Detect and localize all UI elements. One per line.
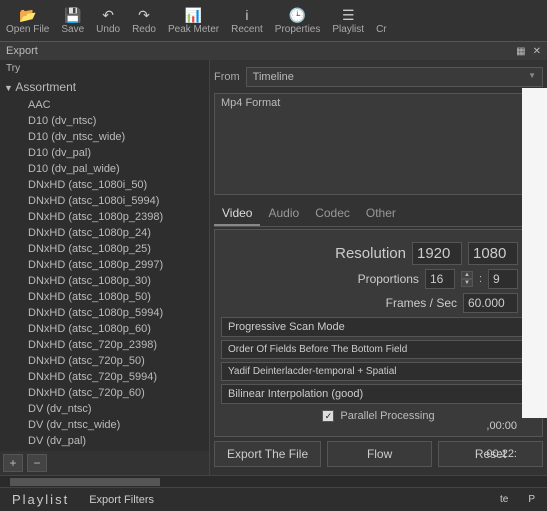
toolbar-recent-button[interactable]: iRecent	[225, 0, 269, 41]
preset-item[interactable]: DNxHD (atsc_1080p_5994)	[0, 305, 209, 321]
fps-label: Frames / Sec	[386, 296, 457, 310]
parallel-label: Parallel Processing	[340, 410, 434, 422]
preset-item[interactable]: DNxHD (atsc_1080i_50)	[0, 177, 209, 193]
preset-item[interactable]: DNxHD (atsc_1080p_50)	[0, 289, 209, 305]
tree-root-assortment[interactable]: Assortment	[0, 77, 209, 97]
tab-other[interactable]: Other	[358, 202, 404, 226]
toolbar-save-button[interactable]: 💾Save	[55, 0, 90, 41]
preset-item[interactable]: DNxHD (atsc_1080p_60)	[0, 321, 209, 337]
export-file-button[interactable]: Export The File	[214, 441, 321, 467]
preset-item[interactable]: DNxHD (atsc_1080i_5994)	[0, 193, 209, 209]
format-combo[interactable]: Mp4 Format	[214, 93, 543, 195]
time-label-2: 00:22:	[486, 448, 517, 460]
flow-button[interactable]: Flow	[327, 441, 432, 467]
tab-audio[interactable]: Audio	[260, 202, 307, 226]
from-label: From	[214, 71, 240, 83]
preset-item[interactable]: DNxHD (atsc_1080p_2997)	[0, 257, 209, 273]
panel-grid-icon[interactable]: ▦	[516, 46, 525, 57]
preset-item[interactable]: D10 (dv_pal)	[0, 145, 209, 161]
preset-item[interactable]: D10 (dv_ntsc)	[0, 113, 209, 129]
field-order-combo[interactable]: Order Of Fields Before The Bottom Field	[221, 340, 536, 359]
scan-mode-combo[interactable]: Progressive Scan Mode	[221, 317, 536, 337]
horizontal-scrollbar[interactable]	[0, 475, 547, 487]
toolbar-icon: 📊	[185, 6, 202, 24]
proportions-label: Proportions	[358, 272, 419, 286]
time-label-1: ,00:00	[486, 420, 517, 432]
toolbar-icon: i	[245, 6, 248, 24]
panel-close-icon[interactable]: ✕	[533, 46, 541, 57]
toolbar-undo-button[interactable]: ↶Undo	[90, 0, 126, 41]
resolution-width-input[interactable]: 1920	[412, 242, 462, 265]
from-combo[interactable]: Timeline	[246, 67, 543, 87]
toolbar-cr-button[interactable]: Cr	[370, 0, 393, 41]
toolbar-icon: ↷	[138, 6, 150, 24]
preset-item[interactable]: DV (dv_ntsc_wide)	[0, 417, 209, 433]
toolbar-peak-meter-button[interactable]: 📊Peak Meter	[162, 0, 225, 41]
preset-item[interactable]: DNxHD (atsc_720p_5994)	[0, 369, 209, 385]
preset-item[interactable]: DNxHD (atsc_1080p_30)	[0, 273, 209, 289]
resolution-height-input[interactable]: 1080	[468, 242, 518, 265]
parallel-checkbox[interactable]: ✓	[322, 410, 334, 422]
preset-item[interactable]: DV (dv_pal)	[0, 433, 209, 449]
tab-codec[interactable]: Codec	[307, 202, 358, 226]
tree-search-label: Try	[0, 60, 209, 77]
preset-item[interactable]: DNxHD (atsc_720p_60)	[0, 385, 209, 401]
tab-video[interactable]: Video	[214, 202, 260, 226]
preset-item[interactable]: AAC	[0, 97, 209, 113]
preset-item[interactable]: DNxHD (atsc_720p_50)	[0, 353, 209, 369]
preset-item[interactable]: DNxHD (atsc_1080p_25)	[0, 241, 209, 257]
preset-item[interactable]: DV (dv_ntsc)	[0, 401, 209, 417]
aspect-h-input[interactable]: 9	[488, 269, 518, 289]
panel-title: Export	[6, 45, 38, 57]
preset-item[interactable]: D10 (dv_pal_wide)	[0, 161, 209, 177]
add-preset-button[interactable]: +	[3, 454, 23, 472]
preset-item[interactable]: D10 (dv_ntsc_wide)	[0, 129, 209, 145]
fps-input[interactable]: 60.000	[463, 293, 518, 313]
toolbar-icon: 💾	[64, 6, 81, 24]
toolbar-playlist-button[interactable]: ☰Playlist	[326, 0, 370, 41]
preview-area	[522, 88, 547, 418]
remove-preset-button[interactable]: −	[27, 454, 47, 472]
toolbar-icon: ↶	[102, 6, 114, 24]
toolbar-icon: 🕒	[289, 6, 306, 24]
aspect-w-input[interactable]: 16	[425, 269, 455, 289]
toolbar-redo-button[interactable]: ↷Redo	[126, 0, 162, 41]
preset-item[interactable]: DNxHD (atsc_1080p_24)	[0, 225, 209, 241]
resolution-label: Resolution	[335, 245, 406, 262]
deinterlace-combo[interactable]: Yadif Deinterlacder-temporal + Spatial	[221, 362, 536, 381]
preset-item[interactable]: DNxHD (atsc_720p_2398)	[0, 337, 209, 353]
preset-item[interactable]: DNxHD (atsc_1080p_2398)	[0, 209, 209, 225]
toolbar-open-file-button[interactable]: 📂Open File	[0, 0, 55, 41]
toolbar-icon: ☰	[342, 6, 355, 24]
toolbar-icon: 📂	[19, 6, 36, 24]
toolbar-properties-button[interactable]: 🕒Properties	[269, 0, 327, 41]
interpolation-combo[interactable]: Bilinear Interpolation (good)	[221, 384, 536, 404]
